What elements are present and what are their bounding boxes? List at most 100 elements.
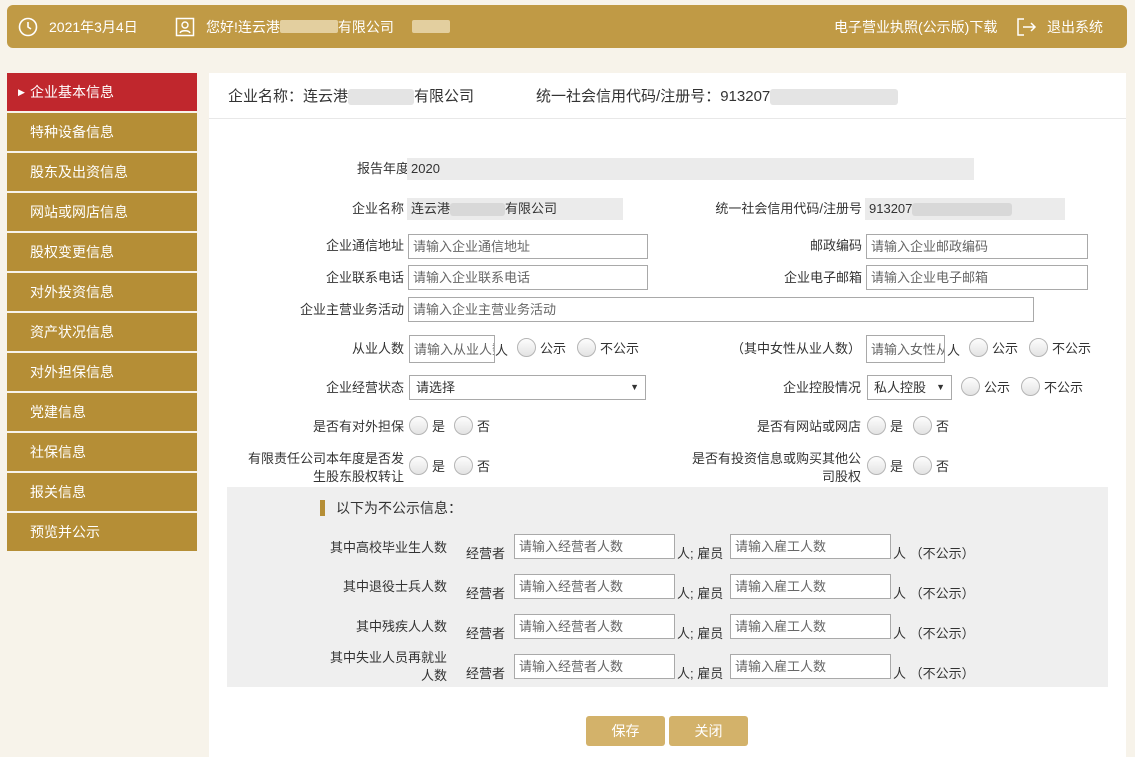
- redacted-block: [770, 89, 899, 106]
- nonpublic-tail: 人 （不公示）: [893, 586, 975, 601]
- employees-nonpublic-radio[interactable]: 不公示: [577, 338, 639, 357]
- radio-label: 是: [432, 459, 446, 474]
- employee-separator: 人; 雇员: [677, 666, 724, 681]
- control-select[interactable]: 私人控股 ▼: [867, 375, 952, 400]
- sidebar-item-preview-publish[interactable]: 预览并公示: [7, 513, 197, 551]
- credit-code-header: 统一社会信用代码/注册号：913207: [536, 85, 899, 106]
- investment-label-line: 司股权: [821, 469, 861, 484]
- postcode-input[interactable]: [866, 234, 1088, 259]
- female-public-radio[interactable]: 公示: [969, 338, 1018, 357]
- reemployed-operator-input[interactable]: [514, 654, 675, 679]
- main-panel: 企业名称：连云港 有限公司 统一社会信用代码/注册号：913207 报告年度 20…: [209, 73, 1126, 757]
- sidebar-item-shareholders[interactable]: 股东及出资信息: [7, 153, 197, 191]
- phone-input[interactable]: [408, 265, 648, 290]
- radio-circle: [577, 338, 596, 357]
- caret-down-icon: ▼: [936, 382, 945, 392]
- caret-down-icon: ▼: [630, 382, 639, 392]
- sidebar-item-label: 预览并公示: [30, 524, 100, 540]
- graduates-operator-input[interactable]: [514, 534, 675, 559]
- radio-circle: [969, 338, 988, 357]
- greeting-prefix: 您好!连云港: [206, 18, 280, 35]
- section-title-text: 以下为不公示信息：: [336, 500, 462, 516]
- company-name-suffix: 有限公司: [505, 201, 558, 216]
- investment-no-radio[interactable]: 否: [913, 456, 949, 475]
- sidebar-item-label: 党建信息: [30, 404, 86, 420]
- investment-yes-radio[interactable]: 是: [867, 456, 903, 475]
- equity-transfer-no-radio[interactable]: 否: [454, 456, 490, 475]
- radio-label: 公示: [540, 341, 567, 356]
- employees-input[interactable]: [409, 335, 495, 363]
- reemployed-employee-input[interactable]: [730, 654, 891, 679]
- radio-label: 不公示: [1052, 341, 1092, 356]
- radio-circle: [454, 456, 473, 475]
- veterans-employee-input[interactable]: [730, 574, 891, 599]
- address-input[interactable]: [408, 234, 648, 259]
- date-display: 2021年3月4日: [17, 5, 138, 48]
- disabled-operator-input[interactable]: [514, 614, 675, 639]
- radio-label: 是: [890, 419, 904, 434]
- current-date: 2021年3月4日: [49, 18, 138, 35]
- sidebar-item-basic-info[interactable]: ▶ 企业基本信息: [7, 73, 197, 111]
- sidebar-item-social-security[interactable]: 社保信息: [7, 433, 197, 471]
- credit-code-label: 统一社会信用代码/注册号: [715, 201, 862, 216]
- radio-circle: [867, 416, 886, 435]
- guarantee-no-radio[interactable]: 否: [454, 416, 490, 435]
- redacted-block: [450, 203, 506, 217]
- website-yes-radio[interactable]: 是: [867, 416, 903, 435]
- sidebar-item-party[interactable]: 党建信息: [7, 393, 197, 431]
- investment-label-line: 是否有投资信息或购买其他公: [691, 451, 861, 466]
- graduates-employee-input[interactable]: [730, 534, 891, 559]
- website-label: 是否有网站或网店: [756, 419, 861, 434]
- veterans-operator-input[interactable]: [514, 574, 675, 599]
- email-label: 企业电子邮箱: [783, 270, 862, 285]
- sidebar-item-investments[interactable]: 对外投资信息: [7, 273, 197, 311]
- equity-transfer-yes-radio[interactable]: 是: [409, 456, 445, 475]
- operator-label: 经营者: [466, 546, 506, 561]
- radio-circle: [867, 456, 886, 475]
- employees-public-radio[interactable]: 公示: [517, 338, 566, 357]
- company-name-prefix: 连云港: [411, 201, 451, 216]
- control-nonpublic-radio[interactable]: 不公示: [1021, 377, 1083, 396]
- radio-label: 是: [432, 419, 446, 434]
- sidebar-item-equity-changes[interactable]: 股权变更信息: [7, 233, 197, 271]
- address-label: 企业通信地址: [325, 238, 404, 253]
- chevron-right-icon: ▶: [18, 87, 25, 97]
- sidebar-item-label: 社保信息: [30, 444, 86, 460]
- radio-label: 是: [890, 459, 904, 474]
- sidebar-item-customs[interactable]: 报关信息: [7, 473, 197, 511]
- website-no-radio[interactable]: 否: [913, 416, 949, 435]
- control-select-value: 私人控股: [874, 380, 927, 395]
- control-public-radio[interactable]: 公示: [961, 377, 1010, 396]
- redacted-block: [411, 20, 450, 33]
- sidebar-item-label: 网站或网店信息: [30, 204, 128, 220]
- license-download-link[interactable]: 电子营业执照(公示版)下载: [834, 5, 997, 48]
- sidebar-item-label: 对外担保信息: [30, 364, 114, 380]
- sidebar-item-guarantees[interactable]: 对外担保信息: [7, 353, 197, 391]
- radio-circle: [913, 416, 932, 435]
- employee-separator: 人; 雇员: [677, 626, 724, 641]
- logout-button[interactable]: 退出系统: [1015, 5, 1103, 48]
- close-button[interactable]: 关闭: [669, 716, 748, 746]
- female-employees-input[interactable]: [866, 335, 945, 363]
- status-select[interactable]: 请选择 ▼: [409, 375, 646, 400]
- email-input[interactable]: [866, 265, 1088, 290]
- female-nonpublic-radio[interactable]: 不公示: [1029, 338, 1091, 357]
- nonpublic-tail: 人 （不公示）: [893, 666, 975, 681]
- radio-circle: [1029, 338, 1048, 357]
- sidebar-item-assets[interactable]: 资产状况信息: [7, 313, 197, 351]
- reemployed-label: 其中失业人员再就业 人数: [287, 649, 447, 685]
- phone-label: 企业联系电话: [325, 270, 404, 285]
- radio-label: 否: [477, 459, 491, 474]
- disabled-employee-input[interactable]: [730, 614, 891, 639]
- sidebar-item-websites[interactable]: 网站或网店信息: [7, 193, 197, 231]
- equity-transfer-label: 有限责任公司本年度是否发生股东股权转让: [219, 450, 404, 486]
- report-year-value: 2020: [407, 158, 974, 180]
- business-input[interactable]: [408, 297, 1034, 322]
- save-button[interactable]: 保存: [586, 716, 665, 746]
- radio-label: 否: [477, 419, 491, 434]
- sidebar-item-special-equipment[interactable]: 特种设备信息: [7, 113, 197, 151]
- equity-transfer-label-line: 有限责任公司本年度是否发: [247, 451, 404, 466]
- guarantee-yes-radio[interactable]: 是: [409, 416, 445, 435]
- graduates-label: 其中高校毕业生人数: [329, 540, 447, 555]
- equity-transfer-label-line: 生股东股权转让: [312, 469, 404, 484]
